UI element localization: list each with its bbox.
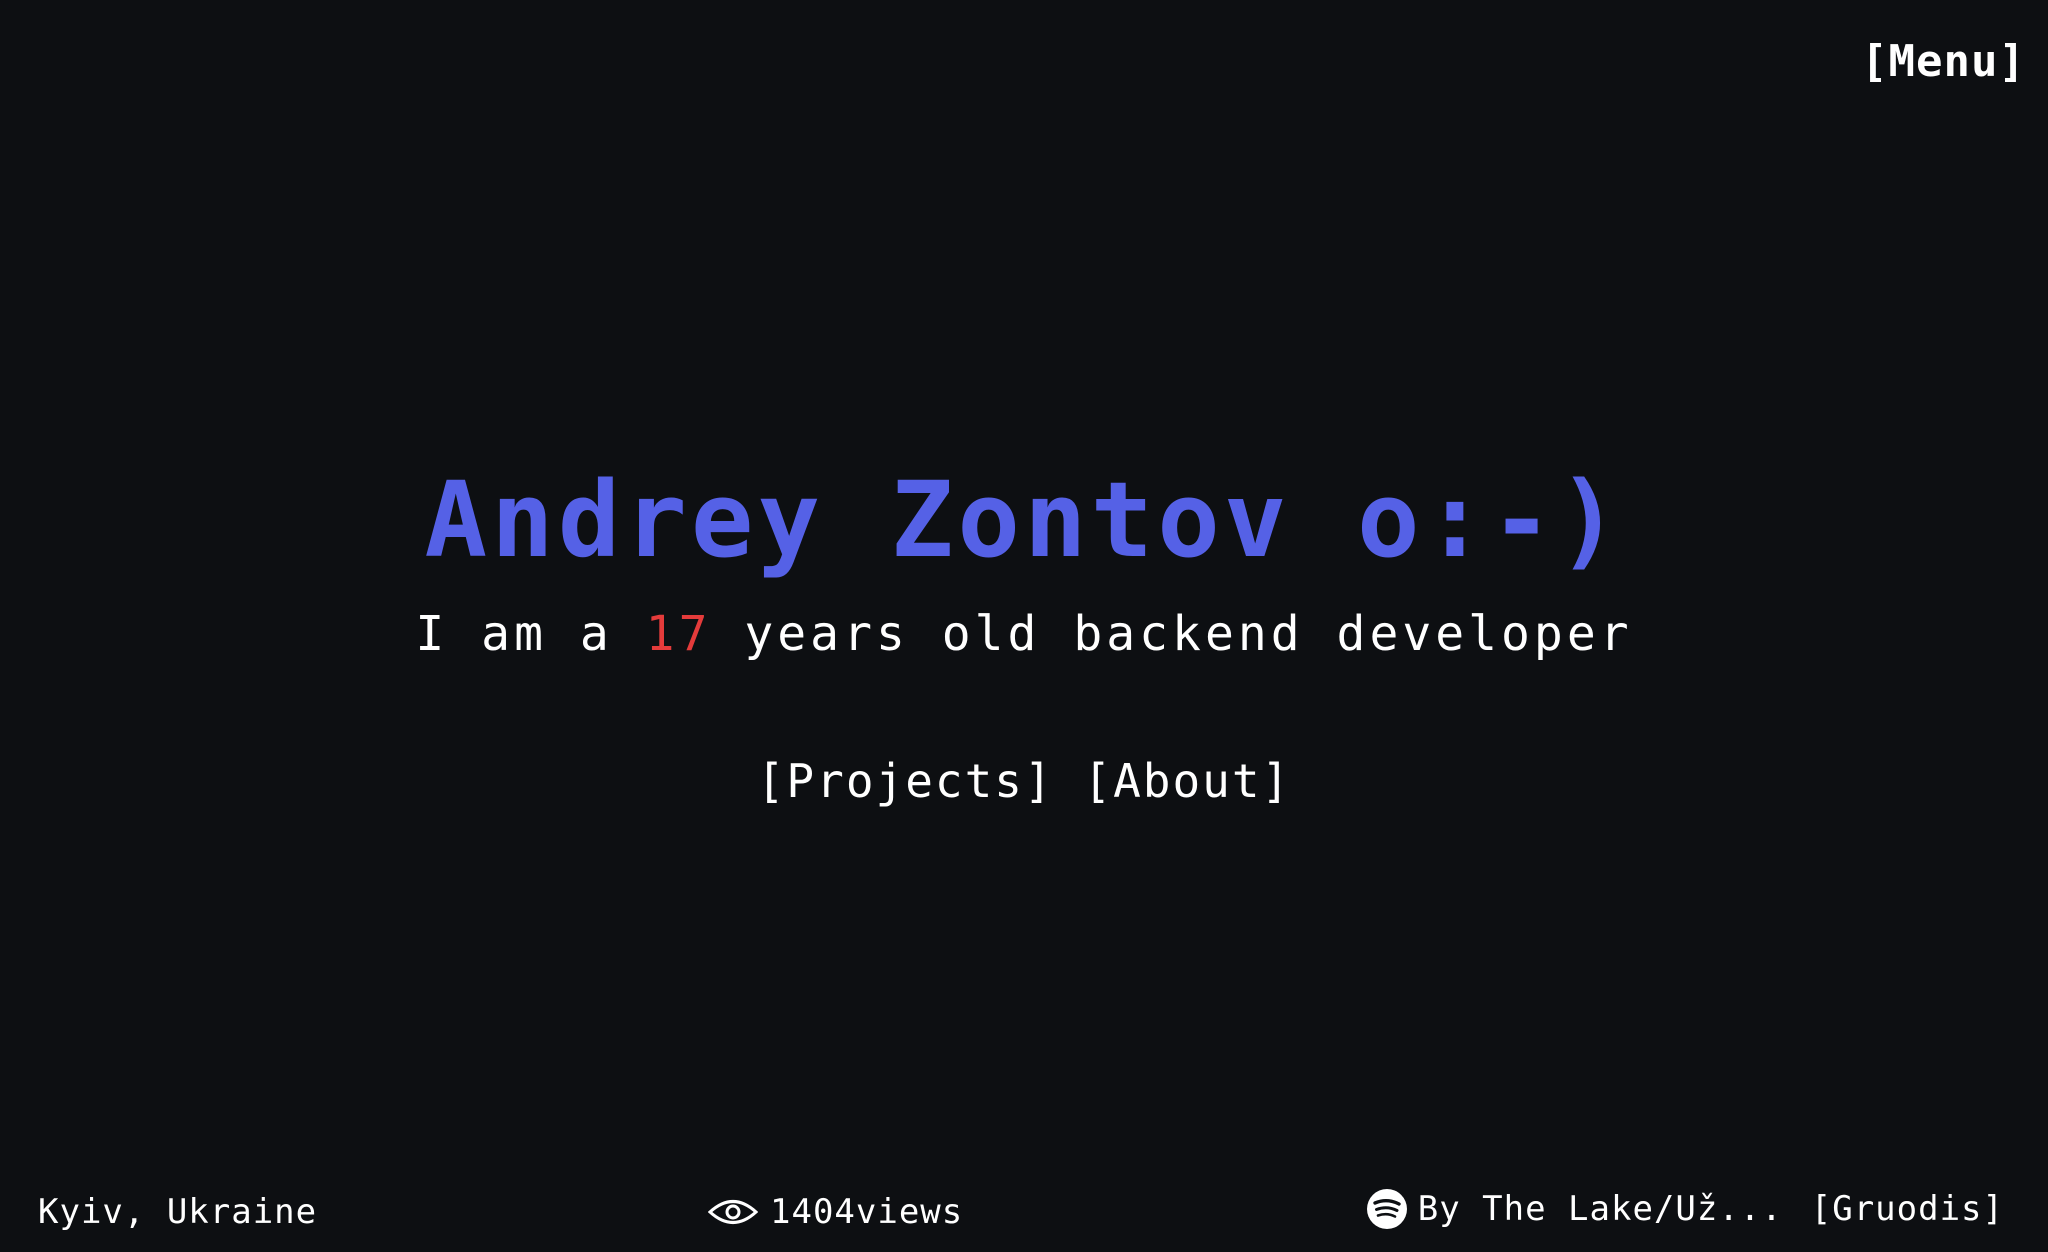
views-suffix: views (855, 1192, 964, 1232)
eye-icon (708, 1200, 758, 1224)
subtitle-prefix: I am a (415, 606, 646, 662)
artist-link[interactable]: [Gruodis] (1811, 1189, 2004, 1229)
views-count: 1404 (770, 1192, 856, 1232)
hero-subtitle: I am a 17 years old backend developer (0, 606, 2048, 662)
now-playing: By The Lake/Už... [Gruodis] (1366, 1188, 2004, 1230)
hero-section: Andrey Zontov o:-) I am a 17 years old b… (0, 460, 2048, 808)
subtitle-suffix: years old backend developer (711, 606, 1633, 662)
hero-nav: [Projects] [About] (0, 754, 2048, 808)
menu-button[interactable]: [Menu] (1861, 36, 2026, 87)
track-link[interactable]: By The Lake/Už... (1418, 1189, 1783, 1229)
page-title: Andrey Zontov o:-) (424, 459, 1624, 581)
spotify-icon (1366, 1189, 1407, 1229)
location-text: Kyiv, Ukraine (38, 1192, 318, 1232)
age-value: 17 (645, 606, 712, 662)
about-link[interactable]: [About] (1083, 754, 1291, 808)
footer: Kyiv, Ukraine 1404 views By The Lake/Už.… (0, 1172, 2048, 1252)
views-counter: 1404 views (708, 1192, 963, 1232)
projects-link[interactable]: [Projects] (757, 754, 1054, 808)
